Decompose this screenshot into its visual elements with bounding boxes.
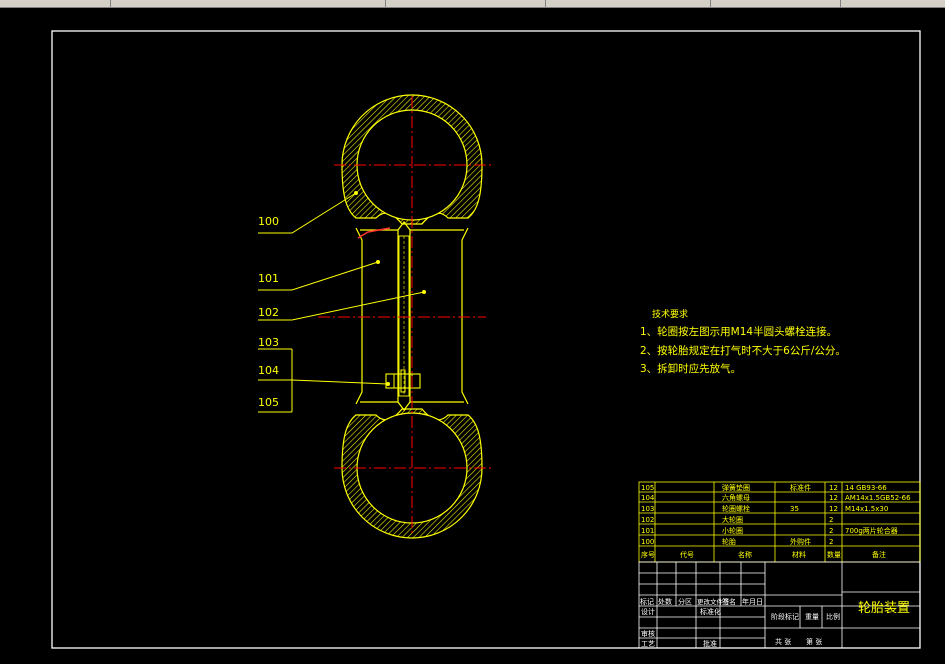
balloon-104: 104 xyxy=(258,364,279,377)
balloon-101: 101 xyxy=(258,272,279,285)
parts-cell-material: 外购件 xyxy=(790,537,811,546)
parts-cell-name: 六角螺母 xyxy=(722,493,750,502)
tb-process: 工艺 xyxy=(641,640,655,648)
balloon-100: 100 xyxy=(258,215,279,228)
parts-list-text: 105 弹簧垫圈 标准件 12 14 GB93-66 104 六角螺母 12 AM14x1.5G… xyxy=(641,483,911,559)
tb-date: 年月日 xyxy=(742,597,763,606)
balloon-103: 103 xyxy=(258,336,279,349)
tb-designer: 设计 xyxy=(641,607,655,616)
tech-req-title: 技术要求 xyxy=(652,308,688,320)
parts-cell-name: 大轮圈 xyxy=(722,515,743,524)
tb-scale: 比例 xyxy=(826,612,840,621)
tech-req-line-1: 1、轮圈按左图示用M14半圆头螺栓连接。 xyxy=(640,325,837,338)
parts-cell-no: 102 xyxy=(641,516,654,524)
parts-cell-note: 700g两片轮合器 xyxy=(845,526,898,535)
parts-cell-name: 轮圈螺栓 xyxy=(722,504,750,513)
drawing-frame xyxy=(51,30,921,649)
parts-cell-qty: 12 xyxy=(829,505,838,513)
toolbar-segment[interactable] xyxy=(840,0,945,7)
toolbar-segment[interactable] xyxy=(710,0,841,7)
parts-header-qty: 数量 xyxy=(827,550,841,559)
parts-cell-note: 14 GB93-66 xyxy=(845,484,887,492)
parts-cell-no: 104 xyxy=(641,494,655,502)
parts-cell-note: M14x1.5x30 xyxy=(845,505,888,513)
rim-bolt xyxy=(385,373,421,389)
parts-cell-no: 103 xyxy=(641,505,654,513)
window-toolbar-strip xyxy=(0,0,945,8)
parts-header-material: 材料 xyxy=(792,550,806,559)
balloon-102: 102 xyxy=(258,306,279,319)
parts-cell-no: 100 xyxy=(641,538,654,546)
tech-req-line-3: 3、拆卸时应先放气。 xyxy=(640,362,741,375)
parts-cell-qty: 2 xyxy=(829,516,833,524)
parts-cell-no: 101 xyxy=(641,527,654,535)
technical-requirements: 技术要求 1、轮圈按左图示用M14半圆头螺栓连接。 2、按轮胎规定在打气时不大于… xyxy=(640,308,846,375)
parts-header-note: 备注 xyxy=(872,550,886,559)
tb-count: 处数 xyxy=(658,597,672,606)
small-rim xyxy=(355,227,399,405)
tb-sheets-total: 共 张 xyxy=(775,637,791,646)
cad-drawing-canvas[interactable]: 100 101 102 103 104 105 技术要求 1、轮圈按左图示用M1… xyxy=(0,8,945,664)
tb-review: 审核 xyxy=(641,629,655,638)
parts-cell-qty: 2 xyxy=(829,538,833,546)
parts-cell-note: AM14x1.5GB52-66 xyxy=(845,494,911,502)
parts-cell-name: 弹簧垫圈 xyxy=(722,483,750,492)
parts-cell-qty: 12 xyxy=(829,494,838,502)
tech-req-line-2: 2、按轮胎规定在打气时不大于6公斤/公分。 xyxy=(640,344,846,357)
parts-cell-no: 105 xyxy=(641,484,654,492)
title-block-text: 标记 处数 分区 更改文件号 签名 年月日 设计 标准化 阶段标记 重量 比例 … xyxy=(640,597,910,648)
toolbar-segment[interactable] xyxy=(385,0,546,7)
parts-cell-material: 标准件 xyxy=(790,483,811,492)
parts-cell-qty: 12 xyxy=(829,484,838,492)
parts-header-code: 代号 xyxy=(680,550,694,559)
parts-header-name: 名称 xyxy=(738,550,752,559)
tb-sheet-no: 第 张 xyxy=(806,637,822,646)
tb-signature: 签名 xyxy=(722,597,736,606)
balloon-105: 105 xyxy=(258,396,279,409)
toolbar-segment[interactable] xyxy=(0,0,111,7)
large-rim xyxy=(409,227,469,405)
tire-assembly-section xyxy=(318,94,492,539)
tb-zone: 分区 xyxy=(678,597,692,606)
toolbar-segment[interactable] xyxy=(110,0,386,7)
drawing-title: 轮胎装置 xyxy=(858,601,910,616)
toolbar-segment[interactable] xyxy=(545,0,711,7)
tb-standardize: 标准化 xyxy=(700,607,721,616)
tb-weight: 重量 xyxy=(805,613,819,621)
parts-cell-name: 小轮圈 xyxy=(722,526,743,535)
parts-header-no: 序号 xyxy=(641,550,655,559)
tb-mark: 标记 xyxy=(640,597,654,606)
parts-cell-material: 35 xyxy=(790,505,799,513)
tb-approve: 批准 xyxy=(703,639,717,648)
parts-cell-name: 轮胎 xyxy=(722,537,736,546)
parts-cell-qty: 2 xyxy=(829,527,833,535)
tb-stage-mark: 阶段标记 xyxy=(771,612,799,621)
